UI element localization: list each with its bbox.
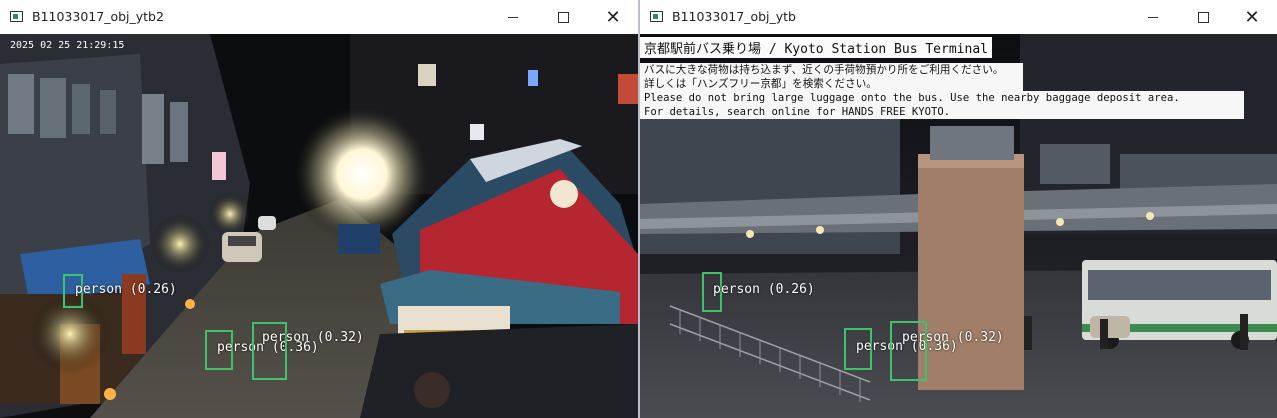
station-banner: 京都駅前バス乗り場 / Kyoto Station Bus Terminal <box>640 37 992 58</box>
notice-line-3: Please do not bring large luggage onto t… <box>640 91 1244 105</box>
minimize-icon[interactable] <box>490 0 536 34</box>
maximize-icon[interactable] <box>540 0 586 34</box>
street-night-scene <box>0 34 638 418</box>
window-title: B11033017_obj_ytb <box>672 9 796 24</box>
title-bar[interactable]: B11033017_obj_ytb ✕ <box>640 0 1277 34</box>
notice-line-4: For details, search online for HANDS FRE… <box>640 105 1244 119</box>
detection-label: person (0.26) <box>75 282 177 297</box>
close-icon[interactable]: ✕ <box>1229 0 1275 34</box>
app-icon <box>10 11 23 22</box>
notice-panel: バスに大きな荷物は持ち込まず、近くの手荷物預かり所をご利用ください。 詳しくは「… <box>640 63 1277 119</box>
video-window-right[interactable]: B11033017_obj_ytb ✕ 京都駅前バス乗り場 / Kyoto St… <box>640 0 1277 418</box>
app-icon <box>650 11 663 22</box>
maximize-icon[interactable] <box>1180 0 1226 34</box>
detection-label: person (0.26) <box>713 282 815 297</box>
minimize-icon[interactable] <box>1130 0 1176 34</box>
title-bar[interactable]: B11033017_obj_ytb2 ✕ <box>0 0 638 34</box>
notice-line-2: 詳しくは「ハンズフリー京都」を検索ください。 <box>640 77 1023 91</box>
video-frame-street: 2025 02 25 21:29:15 person (0.26) person… <box>0 34 638 418</box>
close-icon[interactable]: ✕ <box>590 0 636 34</box>
detection-label: person (0.32) <box>262 330 364 345</box>
timestamp-overlay: 2025 02 25 21:29:15 <box>10 40 125 51</box>
detection-label: person (0.32) <box>902 330 1004 345</box>
video-window-left[interactable]: B11033017_obj_ytb2 ✕ 2025 02 25 21:29:15… <box>0 0 638 418</box>
video-frame-bus-terminal: 京都駅前バス乗り場 / Kyoto Station Bus Terminal バ… <box>640 34 1277 418</box>
window-title: B11033017_obj_ytb2 <box>32 9 164 24</box>
notice-line-1: バスに大きな荷物は持ち込まず、近くの手荷物預かり所をご利用ください。 <box>640 63 1023 77</box>
